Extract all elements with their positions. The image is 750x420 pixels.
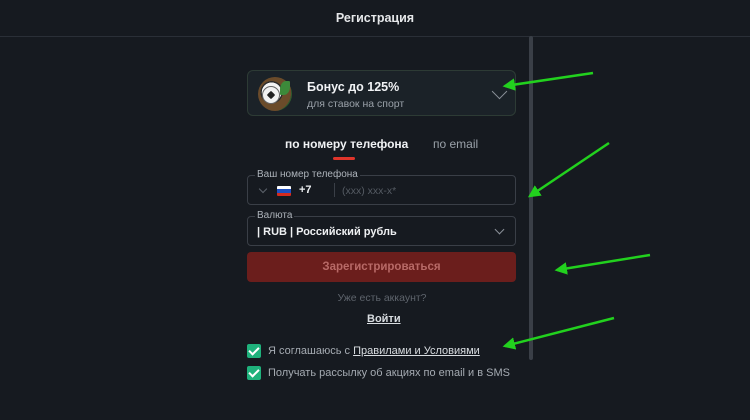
chevron-down-icon[interactable] [491,83,508,100]
bonus-subtitle: для ставок на спорт [307,98,405,110]
divider [334,183,335,197]
terms-checkbox[interactable] [247,344,261,358]
chevron-down-icon[interactable] [494,224,505,235]
tab-email[interactable]: по email [433,137,478,151]
currency-value: | RUB | Российский рубль [257,226,397,238]
phone-input[interactable] [340,180,514,202]
tab-phone[interactable]: по номеру телефона [285,137,408,151]
terms-text: Я соглашаюсь с [268,345,354,357]
page-title: Регистрация [335,11,415,25]
phone-field-label: Ваш номер телефона [255,169,360,180]
scrollbar[interactable] [529,36,533,360]
newsletter-agreement: Получать рассылку об акциях по email и в… [247,366,510,380]
terms-agreement: Я соглашаюсь с Правилами и Условиями [247,344,480,358]
register-button[interactable]: Зарегистрироваться [247,252,516,282]
bonus-selector[interactable]: Бонус до 125% для ставок на спорт [247,70,516,116]
country-code: +7 [299,184,312,196]
terms-link[interactable]: Правилами и Условиями [353,345,480,357]
russia-flag-icon[interactable] [277,186,291,196]
arrow-terms [502,316,615,350]
currency-label: Валюта [255,210,295,221]
arrow-phone [527,141,610,198]
arrow-bonus [502,71,594,91]
newsletter-checkbox[interactable] [247,366,261,380]
active-tab-indicator [333,157,355,160]
page-header: Регистрация [0,0,750,37]
country-chevron-icon[interactable] [258,184,268,194]
bonus-sports-icon [258,77,292,111]
login-link[interactable]: Войти [367,313,401,325]
newsletter-text: Получать рассылку об акциях по email и в… [268,367,510,379]
has-account-text: Уже есть аккаунт? [337,292,427,304]
arrow-register [554,253,651,275]
bonus-title: Бонус до 125% [307,80,400,94]
phone-field[interactable]: Ваш номер телефона +7 [247,169,516,205]
currency-select[interactable]: Валюта | RUB | Российский рубль [247,210,516,246]
